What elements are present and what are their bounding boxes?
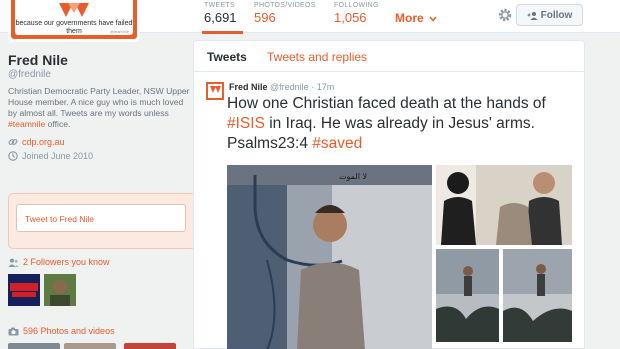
tweet-to-input[interactable]: Tweet to Fred Nile [16,204,186,232]
tweet-media-photo[interactable]: لا الموت [227,165,432,349]
stat-tweets-label: TWEETS [204,2,235,9]
tweet-timestamp[interactable]: · 17m [311,82,334,92]
tweet-media-photo[interactable] [436,249,499,342]
more-menu[interactable]: More [395,11,437,25]
more-label: More [395,11,424,25]
hashtag-link[interactable]: #saved [312,135,362,152]
media-thumbnail[interactable] [124,343,176,349]
tab-tweets[interactable]: Tweets [207,50,247,64]
avatar-image: because our governments have failed them… [15,0,133,35]
bio-text-end: office. [45,119,71,129]
gallows-photo-icon [436,249,499,342]
camera-icon [8,327,19,335]
profile-website: cdp.org.au [8,137,193,147]
stat-following-label: FOLLOWING [334,2,379,9]
clock-icon [8,151,18,161]
photos-videos-link[interactable]: 596 Photos and videos [23,326,115,336]
tab-tweets-and-replies[interactable]: Tweets and replies [267,50,367,64]
gallows-photo-icon [503,249,572,342]
avatar-tag: @teamnile [109,29,129,34]
follower-photo-icon [44,274,76,306]
link-icon [8,139,18,145]
stat-photos-videos[interactable]: PHOTOS/VIDEOS 596 [254,2,316,25]
joined-date: Joined June 2010 [22,151,94,161]
masked-men-photo-icon [436,165,572,245]
gear-icon[interactable] [497,7,513,23]
tweet-text-part: How one Christian faced death at the han… [227,95,546,112]
tweet-author-handle[interactable]: @frednile [270,82,309,92]
stat-photos-value: 596 [254,10,276,25]
profile-handle[interactable]: @frednile [8,69,193,80]
media-thumbnail[interactable] [64,343,116,349]
tweet-author-avatar[interactable] [206,82,224,100]
profile-joined: Joined June 2010 [8,151,193,161]
timeline-tabs: Tweets Tweets and replies [194,41,584,72]
add-user-icon [527,11,538,20]
tweet-author-name[interactable]: Fred Nile [229,82,268,92]
followers-link[interactable]: 2 Followers you know [23,257,110,267]
hashtag-link[interactable]: #ISIS [227,115,265,132]
follow-label: Follow [540,9,573,21]
website-link[interactable]: cdp.org.au [22,137,65,147]
media-thumbnail[interactable] [8,343,60,349]
profile-sidebar: Fred Nile @frednile Christian Democratic… [8,52,196,349]
arabic-caption: لا الموت [339,172,367,181]
followers-you-know: 2 Followers you know [8,257,110,267]
tweet-text: How one Christian faced death at the han… [227,94,587,154]
profile-avatar[interactable]: because our governments have failed them… [8,0,140,42]
party-logo-icon [206,82,224,100]
stat-tweets[interactable]: TWEETS 6,691 [202,2,243,34]
party-logo-icon [59,3,89,17]
stat-photos-label: PHOTOS/VIDEOS [254,2,316,9]
profile-bio: Christian Democratic Party Leader, NSW U… [8,86,193,130]
follow-button[interactable]: Follow [516,4,583,26]
tweet-media-photo[interactable] [436,165,572,245]
bio-text: Christian Democratic Party Leader, NSW U… [8,86,190,118]
follower-avatar[interactable] [8,274,40,306]
photos-videos-section: 596 Photos and videos [8,326,115,336]
follower-avatar[interactable] [44,274,76,306]
stat-tweets-value: 6,691 [204,10,237,25]
profile-name[interactable]: Fred Nile [8,52,193,68]
tweet-to-box: Tweet to Fred Nile [8,193,196,249]
bio-hashtag[interactable]: #teamnile [8,119,45,129]
timeline: Tweets Tweets and replies Fred Nile @fre… [193,40,585,349]
execution-photo-icon: لا الموت [227,165,432,349]
tweet-header: Fred Nile @frednile · 17m [229,82,334,92]
sky-news-logo-icon [8,274,40,306]
tweet-media-photo[interactable] [503,249,572,342]
chevron-down-icon [429,16,437,22]
tweet-text-part: in Iraq. He was already in Jesus' arms. … [227,115,535,152]
people-icon [8,258,19,267]
stat-following[interactable]: FOLLOWING 1,056 [334,2,379,25]
stat-following-value: 1,056 [334,10,367,25]
